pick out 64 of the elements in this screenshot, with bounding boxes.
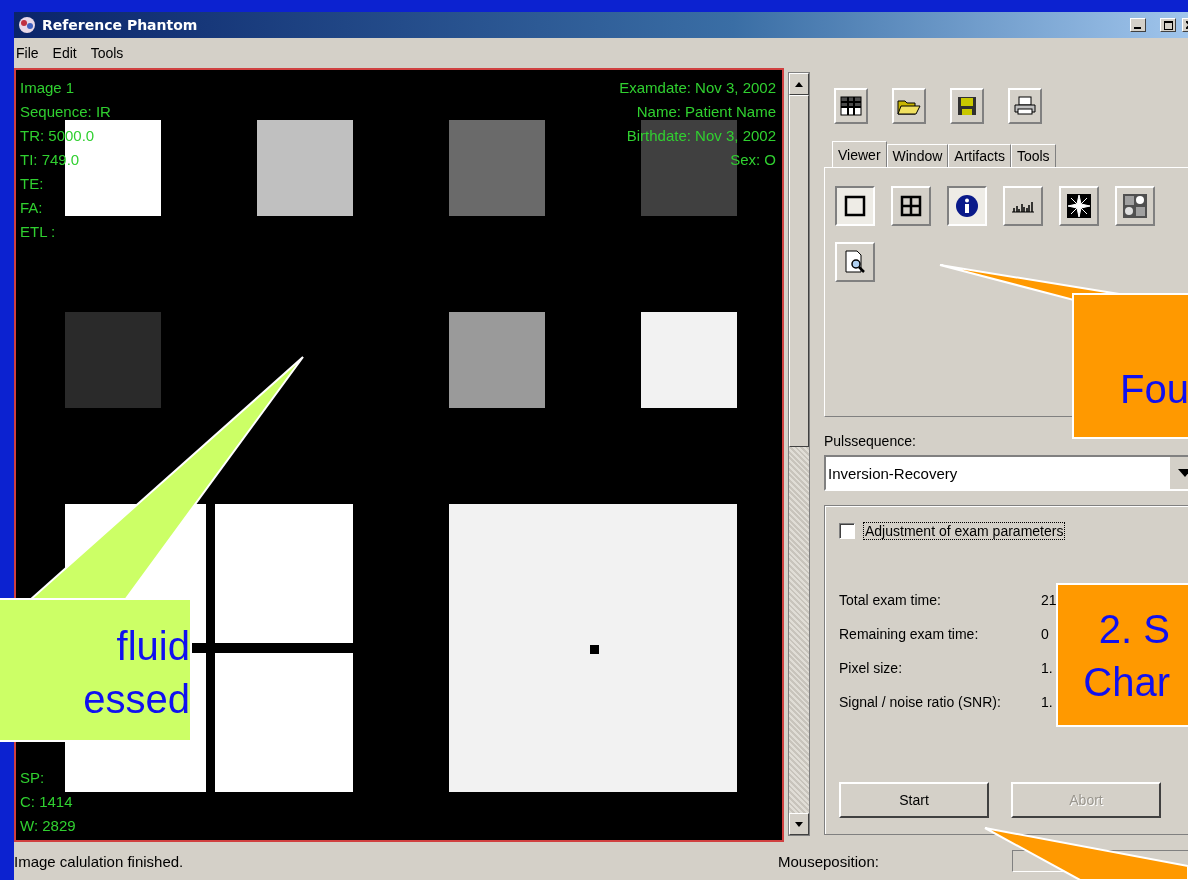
- window-title: Reference Phantom: [42, 17, 199, 33]
- starburst-icon: [1067, 194, 1091, 218]
- toolbar-button[interactable]: [892, 88, 926, 124]
- callout: fluid essed: [0, 598, 192, 742]
- patient-info-text: Birthdate: Nov 3, 2002: [626, 126, 776, 146]
- save-icon: [957, 96, 977, 116]
- window-level-text: C: 1414: [20, 792, 74, 812]
- four-panes-icon: [900, 195, 922, 217]
- image-info-text: ETL :: [20, 222, 57, 242]
- grid-icon: [840, 96, 862, 116]
- document-magnifier-icon: [844, 250, 866, 274]
- noise-pattern-icon: [1123, 194, 1147, 218]
- viewer-tool-button[interactable]: [835, 186, 875, 226]
- down-arrow-icon: [795, 821, 803, 827]
- pulssequence-dropdown[interactable]: Inversion-Recovery: [824, 455, 1188, 491]
- minimize-button[interactable]: [1130, 18, 1146, 32]
- tab[interactable]: Tools: [1010, 144, 1056, 167]
- image-info-text: TE:: [20, 174, 45, 194]
- callout: 2. S Char: [1056, 583, 1188, 727]
- checkbox-label: Adjustment of exam parameters: [863, 522, 1066, 540]
- maximize-button[interactable]: [1160, 18, 1176, 32]
- window-level-text: SP:: [20, 768, 46, 788]
- info-label: Pixel size:: [839, 660, 903, 676]
- toolbar-button[interactable]: [950, 88, 984, 124]
- menu-item[interactable]: File: [16, 45, 39, 61]
- patient-info-text: Name: Patient Name: [636, 102, 776, 122]
- info-value: 1.: [1041, 660, 1053, 676]
- mouse-position-label: Mouseposition:: [778, 852, 879, 870]
- info-value: 0: [1041, 626, 1049, 642]
- image-info-text: Sequence: IR: [20, 102, 111, 122]
- info-icon: [955, 194, 979, 218]
- app-logo-icon: [18, 16, 36, 34]
- tab[interactable]: Window: [886, 144, 949, 167]
- histogram-icon: [1011, 199, 1035, 213]
- toolbar-button[interactable]: [1008, 88, 1042, 124]
- pulssequence-label: Pulssequence:: [824, 433, 917, 449]
- maximize-icon: [1163, 20, 1173, 30]
- checkbox[interactable]: [839, 523, 855, 539]
- tab[interactable]: Artifacts: [948, 144, 1011, 167]
- action-button[interactable]: Start: [839, 782, 989, 818]
- scroll-down-button[interactable]: [789, 813, 809, 835]
- square-icon: [844, 195, 866, 217]
- menu-item[interactable]: Edit: [52, 45, 77, 61]
- vertical-scrollbar[interactable]: [788, 72, 810, 836]
- info-label: Remaining exam time:: [839, 626, 979, 642]
- menu-item[interactable]: Tools: [90, 45, 124, 61]
- image-info-text: FA:: [20, 198, 44, 218]
- toolbar-button[interactable]: [834, 88, 868, 124]
- info-value: 1.: [1041, 694, 1053, 710]
- up-arrow-icon: [795, 81, 803, 87]
- scroll-thumb[interactable]: [789, 95, 809, 447]
- patient-info-text: Examdate: Nov 3, 2002: [619, 78, 776, 98]
- info-label: Total exam time:: [839, 592, 941, 608]
- info-value: 21: [1041, 592, 1057, 608]
- tab[interactable]: Viewer: [832, 141, 887, 167]
- status-message: Image calulation finished.: [14, 852, 185, 870]
- image-info-text: Image 1: [20, 78, 76, 98]
- patient-info-text: Sex: O: [730, 150, 776, 170]
- window-level-text: W: 2829: [20, 816, 76, 836]
- callout: Fou: [1072, 293, 1188, 439]
- info-label: Signal / noise ratio (SNR):: [839, 694, 1001, 710]
- scroll-up-button[interactable]: [789, 73, 809, 95]
- viewer-tool-button[interactable]: [947, 186, 987, 226]
- printer-icon: [1014, 96, 1036, 116]
